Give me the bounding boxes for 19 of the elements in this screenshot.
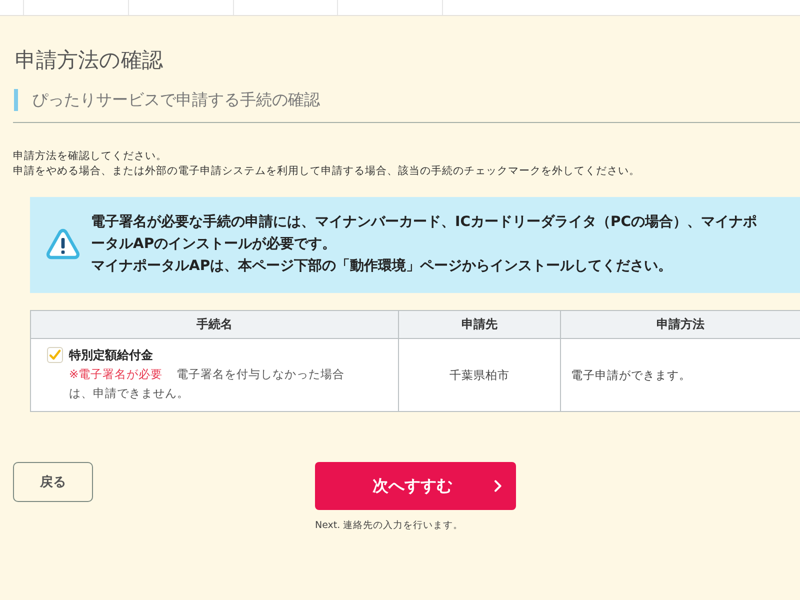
instruction-text: 申請方法を確認してください。 <box>13 149 168 164</box>
warning-icon <box>46 228 80 260</box>
column-header: 申請方法 <box>560 310 800 338</box>
chevron-right-icon <box>494 480 502 492</box>
destination-cell: 千葉県柏市 <box>450 368 510 382</box>
column-header: 申請先 <box>398 310 560 338</box>
next-caption: Next. 連絡先の入力を行います。 <box>315 519 464 532</box>
next-button[interactable]: 次へすすむ <box>315 462 516 510</box>
notice-text: マイナポータルAPは、本ページ下部の「動作環境」ページからインストールしてください。 <box>91 256 674 276</box>
section-subtitle: ぴったりサービスで申請する手続の確認 <box>14 89 800 111</box>
checkbox[interactable] <box>47 347 63 363</box>
notice-text: 電子署名が必要な手続の申請には、マイナンバーカード、ICカードリーダライタ（PCの場合）、マイナポータルAPのインストールが必要です。 <box>91 213 758 254</box>
back-button[interactable]: 戻る <box>13 462 93 502</box>
procedure-name: 特別定額給付金 <box>69 347 154 364</box>
method-cell: 電子申請ができます。 <box>571 368 691 382</box>
column-header: 手続名 <box>30 310 398 338</box>
signature-note-text: ※電子署名が必要 電子署名を付与しなかった場合は、申請できません。 <box>69 366 346 402</box>
instruction-text: 申請をやめる場合、または外部の電子申請システムを利用して申請する場合、該当の手続のチェックマークを外してください。 <box>13 164 641 179</box>
page-title: 申請方法の確認 <box>14 47 164 74</box>
